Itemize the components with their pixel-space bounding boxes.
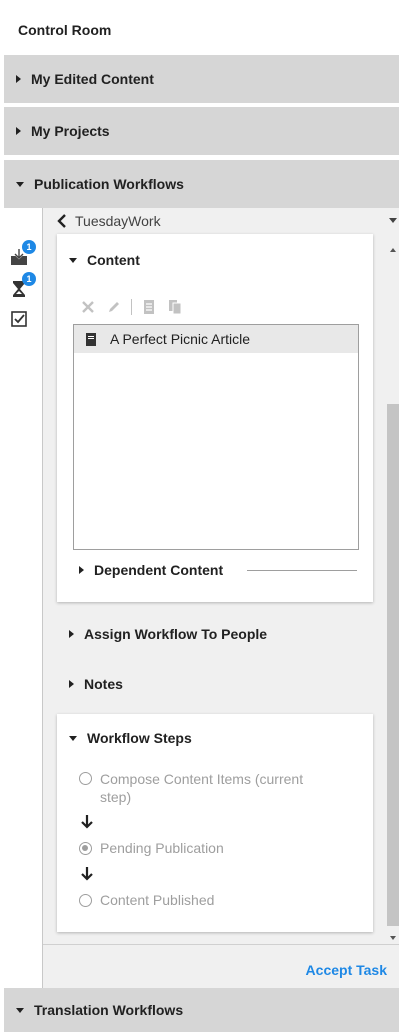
copy-document-icon[interactable] bbox=[166, 298, 184, 316]
caret-right-icon bbox=[16, 75, 21, 83]
publication-workflows-panel: 1 1 TuesdayWork Content A Perfect Picnic… bbox=[4, 208, 399, 996]
workflow-content-area: TuesdayWork Content A Perfect Picnic Art… bbox=[43, 208, 399, 996]
step-label: Pending Publication bbox=[100, 840, 224, 856]
delete-icon[interactable] bbox=[79, 298, 97, 316]
step-label: Compose Content Items (current step) bbox=[100, 770, 303, 806]
chevron-left-icon[interactable] bbox=[55, 213, 69, 229]
toolbar-divider bbox=[131, 299, 132, 315]
section-label: Translation Workflows bbox=[34, 1002, 184, 1018]
arrow-down-icon bbox=[81, 815, 93, 829]
footer-divider bbox=[43, 944, 399, 945]
checkbox-checked-icon bbox=[11, 311, 27, 327]
workflow-steps-header[interactable]: Workflow Steps bbox=[69, 730, 192, 746]
workflow-bar: TuesdayWork bbox=[43, 208, 399, 234]
radio-selected-icon bbox=[79, 842, 92, 855]
scroll-up-arrow[interactable] bbox=[390, 248, 396, 252]
step-label-line1: Compose Content Items (current bbox=[100, 771, 304, 787]
workflow-step: Pending Publication bbox=[79, 840, 224, 856]
section-my-projects[interactable]: My Projects bbox=[4, 107, 399, 155]
content-toolbar bbox=[79, 298, 184, 316]
assign-workflow-label: Assign Workflow To People bbox=[84, 626, 268, 642]
section-translation-workflows[interactable]: Translation Workflows bbox=[4, 988, 399, 1032]
workflow-step: Compose Content Items (current step) bbox=[79, 770, 303, 806]
radio-icon bbox=[79, 894, 92, 907]
caret-down-icon bbox=[16, 181, 24, 187]
document-list-icon[interactable] bbox=[140, 298, 158, 316]
caret-down-icon bbox=[16, 1007, 24, 1013]
section-label: My Edited Content bbox=[31, 71, 154, 87]
content-card: Content A Perfect Picnic Article Depende… bbox=[57, 234, 373, 602]
caret-right-icon bbox=[79, 566, 84, 574]
radio-icon bbox=[79, 772, 92, 785]
section-label: My Projects bbox=[31, 123, 110, 139]
tab-pending[interactable]: 1 bbox=[10, 272, 36, 300]
dependent-content-header[interactable]: Dependent Content bbox=[79, 562, 223, 578]
document-icon bbox=[86, 332, 96, 346]
section-publication-workflows[interactable]: Publication Workflows bbox=[4, 160, 399, 208]
workflow-name: TuesdayWork bbox=[75, 213, 161, 229]
step-label: Content Published bbox=[100, 892, 215, 908]
dependent-content-label: Dependent Content bbox=[94, 562, 224, 578]
edit-pencil-icon[interactable] bbox=[105, 298, 123, 316]
vertical-tabs: 1 1 bbox=[4, 208, 39, 996]
caret-right-icon bbox=[16, 127, 21, 135]
tab-completed[interactable] bbox=[10, 310, 30, 330]
chevron-down-icon[interactable] bbox=[389, 218, 397, 223]
arrow-down-icon bbox=[81, 867, 93, 881]
section-label: Publication Workflows bbox=[34, 176, 184, 192]
caret-down-icon bbox=[69, 257, 77, 263]
scrollbar-thumb[interactable] bbox=[387, 404, 399, 926]
divider-line bbox=[247, 570, 357, 571]
tab-badge: 1 bbox=[22, 272, 36, 286]
accept-task-button[interactable]: Accept Task bbox=[306, 962, 387, 978]
content-header-label: Content bbox=[87, 252, 140, 268]
content-list: A Perfect Picnic Article bbox=[73, 324, 359, 550]
list-item-label: A Perfect Picnic Article bbox=[110, 331, 251, 347]
section-my-edited-content[interactable]: My Edited Content bbox=[4, 55, 399, 103]
workflow-steps-card: Workflow Steps Compose Content Items (cu… bbox=[57, 714, 373, 932]
tab-inbox[interactable]: 1 bbox=[10, 240, 36, 268]
notes-header[interactable]: Notes bbox=[69, 676, 123, 692]
app-title: Control Room bbox=[18, 22, 112, 38]
list-item[interactable]: A Perfect Picnic Article bbox=[74, 325, 358, 353]
scroll-down-arrow[interactable] bbox=[390, 936, 396, 940]
notes-label: Notes bbox=[84, 676, 123, 692]
caret-right-icon bbox=[69, 630, 74, 638]
assign-workflow-header[interactable]: Assign Workflow To People bbox=[69, 626, 267, 642]
caret-right-icon bbox=[69, 680, 74, 688]
content-header[interactable]: Content bbox=[69, 252, 140, 268]
step-label-line2: step) bbox=[100, 789, 132, 805]
workflow-steps-label: Workflow Steps bbox=[87, 730, 192, 746]
workflow-step: Content Published bbox=[79, 892, 214, 908]
tab-badge: 1 bbox=[22, 240, 36, 254]
caret-down-icon bbox=[69, 735, 77, 741]
